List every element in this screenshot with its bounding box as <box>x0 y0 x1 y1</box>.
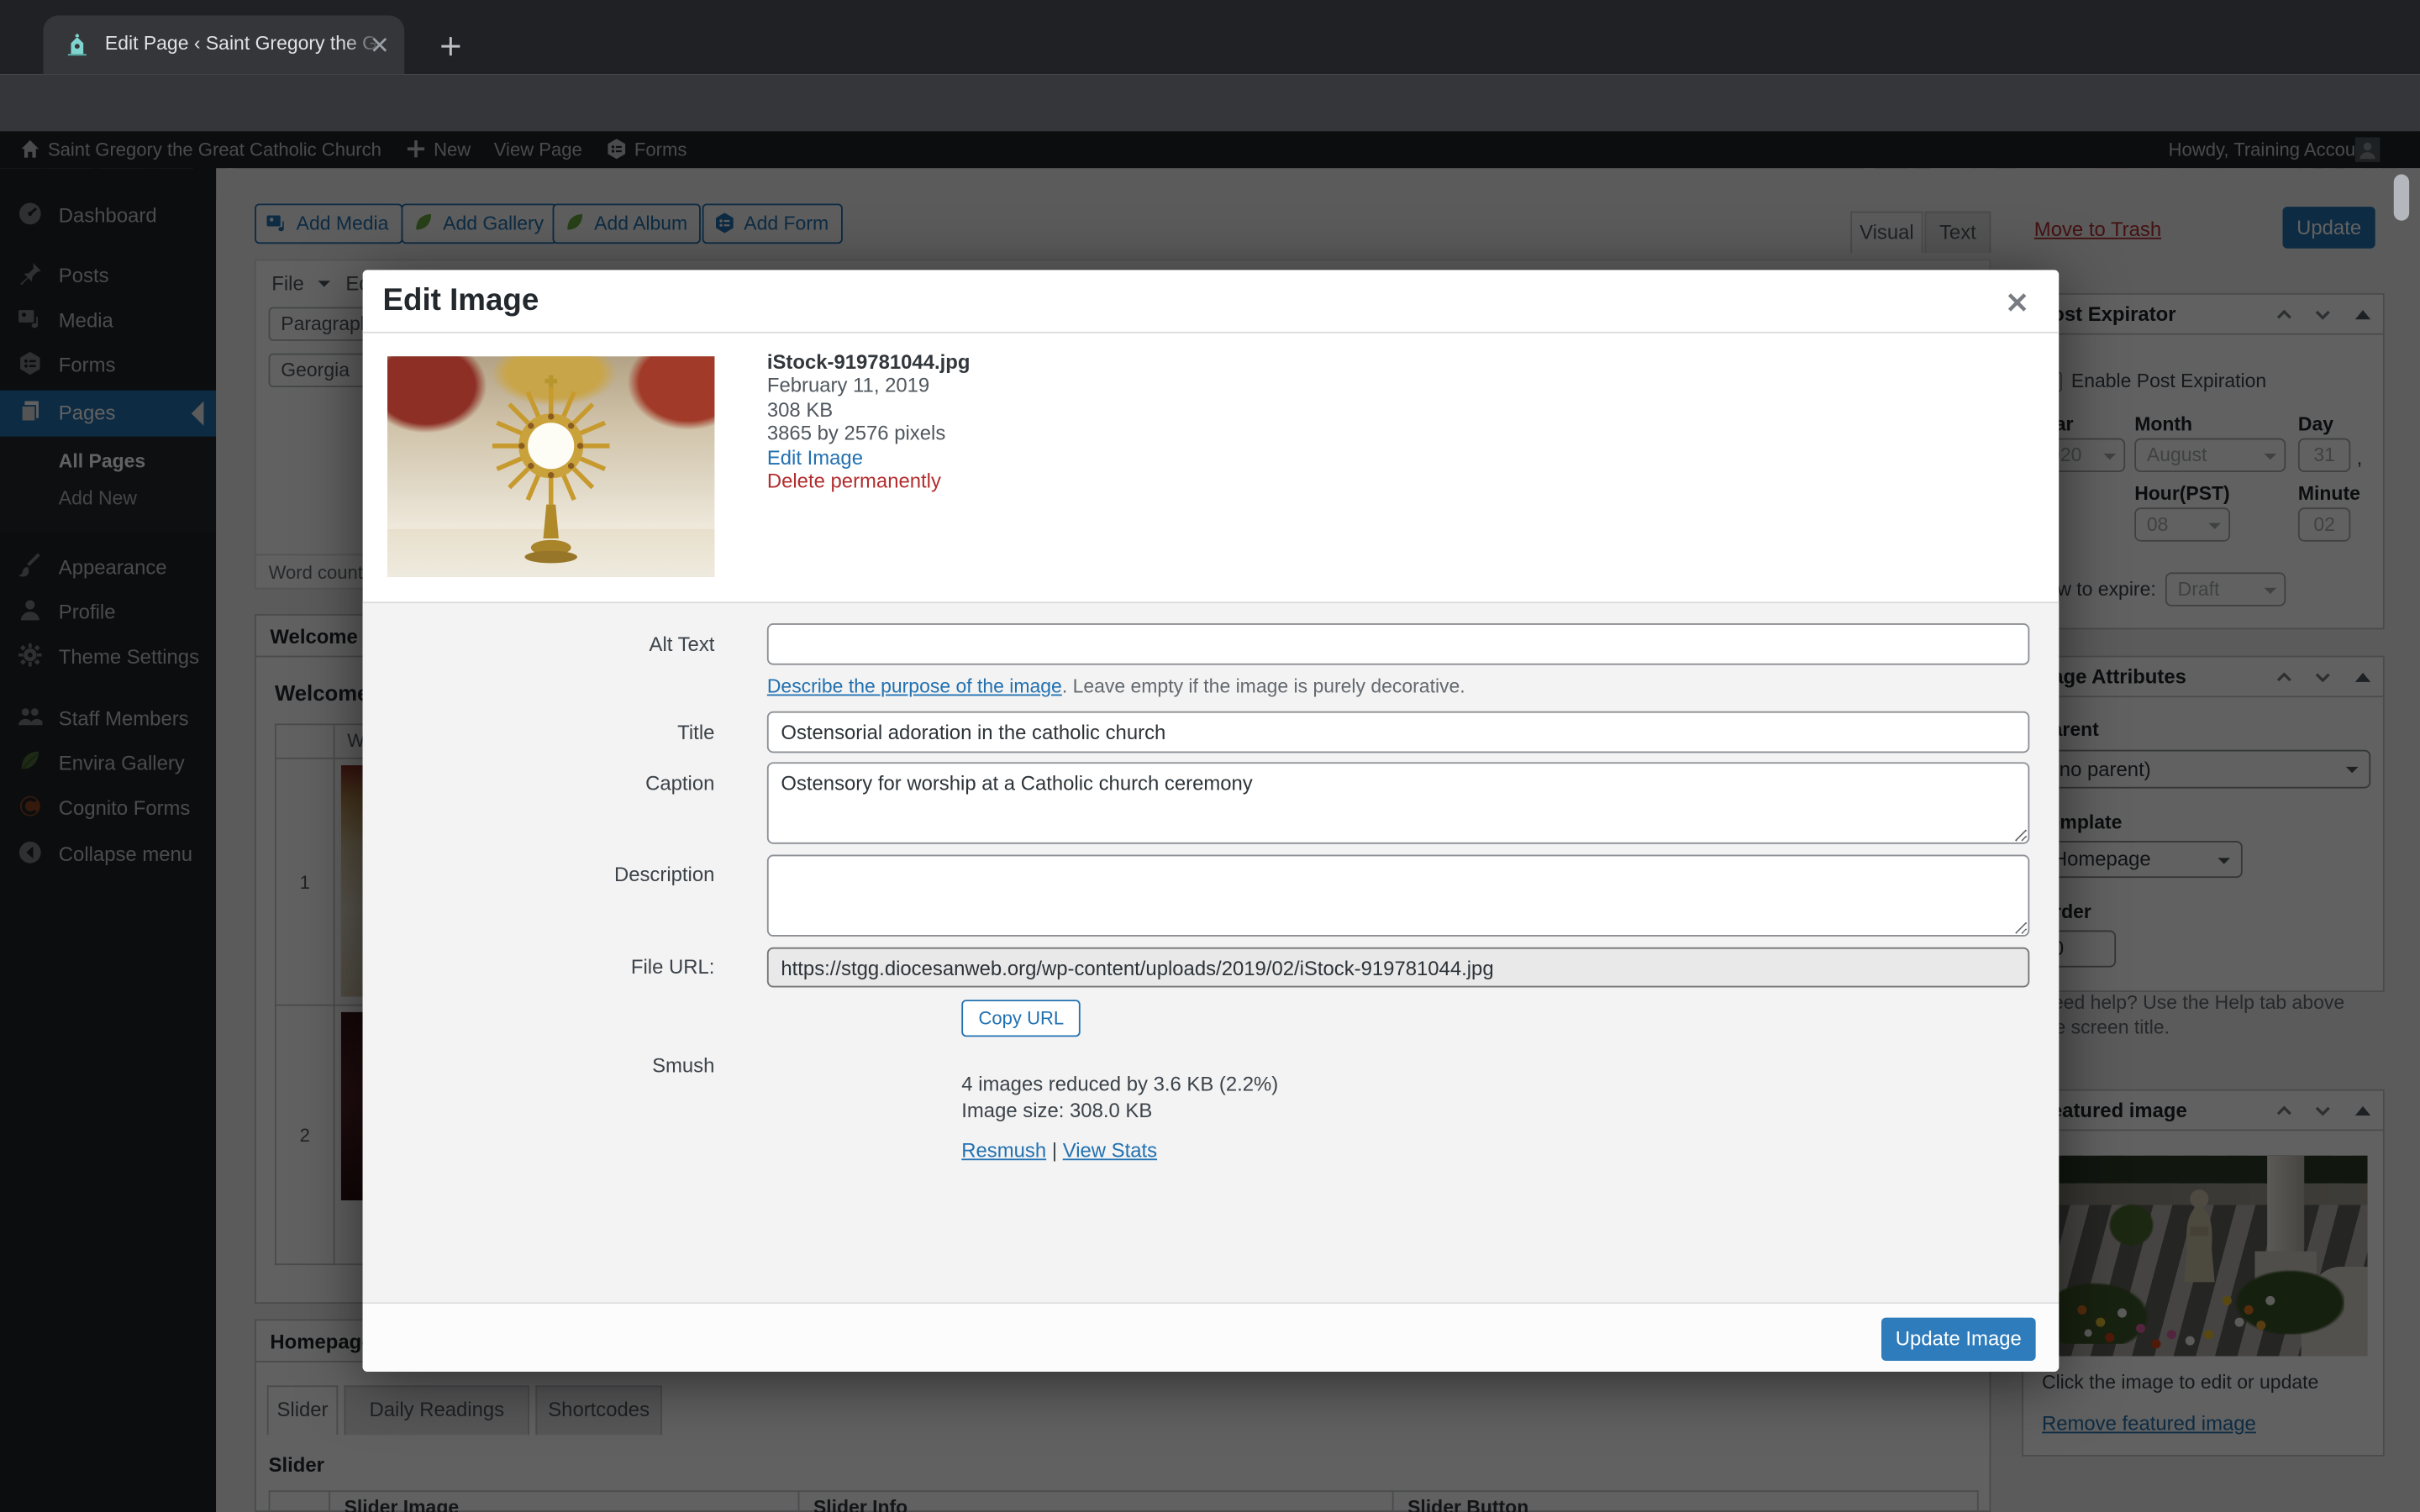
delete-permanently-link[interactable]: Delete permanently <box>767 469 941 492</box>
tab-title: Edit Page ‹ Saint Gregory the G <box>105 32 383 57</box>
description-label: Description <box>613 862 715 886</box>
attachment-details: iStock-919781044.jpg February 11, 2019 3… <box>767 350 971 493</box>
title-label: Title <box>677 720 715 744</box>
alt-help-text: . Leave empty if the image is purely dec… <box>1061 675 1465 698</box>
new-tab-icon[interactable] <box>439 34 463 58</box>
file-date: February 11, 2019 <box>766 374 930 397</box>
close-icon[interactable] <box>2002 287 2033 318</box>
modal-form: Alt Text Describe the purpose of the ima… <box>362 601 2060 1303</box>
browser-tab[interactable]: Edit Page ‹ Saint Gregory the G <box>43 15 405 75</box>
caption-label: Caption <box>645 771 715 795</box>
links-separator: | <box>1051 1138 1058 1163</box>
edit-image-modal: Edit Image iStock-919781044.jpg February… <box>362 270 2060 1372</box>
file-name: iStock-919781044.jpg <box>766 349 971 374</box>
smush-label: Smush <box>652 1053 715 1078</box>
copy-url-button[interactable]: Copy URL <box>961 1000 1081 1037</box>
screen: Edit Page ‹ Saint Gregory the G stgg.dio… <box>0 0 2420 1512</box>
attachment-thumbnail <box>387 356 715 577</box>
update-image-button[interactable]: Update Image <box>1881 1317 2036 1361</box>
file-url-input[interactable] <box>766 947 2030 988</box>
monstrance-graphic <box>492 375 610 564</box>
alt-help-link[interactable]: Describe the purpose of the image <box>767 675 1062 697</box>
smush-size: Image size: 308.0 KB <box>961 1098 1153 1122</box>
file-dimensions: 3865 by 2576 pixels <box>766 421 946 445</box>
file-size: 308 KB <box>766 397 834 422</box>
tab-close-icon[interactable] <box>371 35 389 54</box>
modal-header: Edit Image <box>362 270 2060 333</box>
alt-text-label: Alt Text <box>649 633 715 656</box>
smush-summary: 4 images reduced by 3.6 KB (2.2%) <box>961 1072 1279 1096</box>
caption-textarea[interactable]: Ostensory for worship at a Catholic chur… <box>766 762 2030 844</box>
file-url-label: File URL: <box>630 954 715 979</box>
title-input[interactable] <box>766 711 2030 753</box>
browser-tab-strip: Edit Page ‹ Saint Gregory the G <box>0 0 2420 75</box>
modal-title: Edit Image <box>382 283 539 318</box>
tab-favicon-church-icon <box>65 33 89 57</box>
scrollbar-thumb[interactable] <box>2393 174 2410 221</box>
modal-footer: Update Image <box>362 1302 2060 1372</box>
resmush-link[interactable]: Resmush <box>961 1139 1046 1163</box>
browser-toolbar: stgg.diocesanweb.org/wp-admin/post.php?p… <box>0 74 2420 201</box>
alt-text-input[interactable] <box>766 623 2030 665</box>
view-stats-link[interactable]: View Stats <box>1063 1139 1157 1163</box>
edit-image-link[interactable]: Edit Image <box>767 445 863 469</box>
description-textarea[interactable] <box>766 854 2030 937</box>
